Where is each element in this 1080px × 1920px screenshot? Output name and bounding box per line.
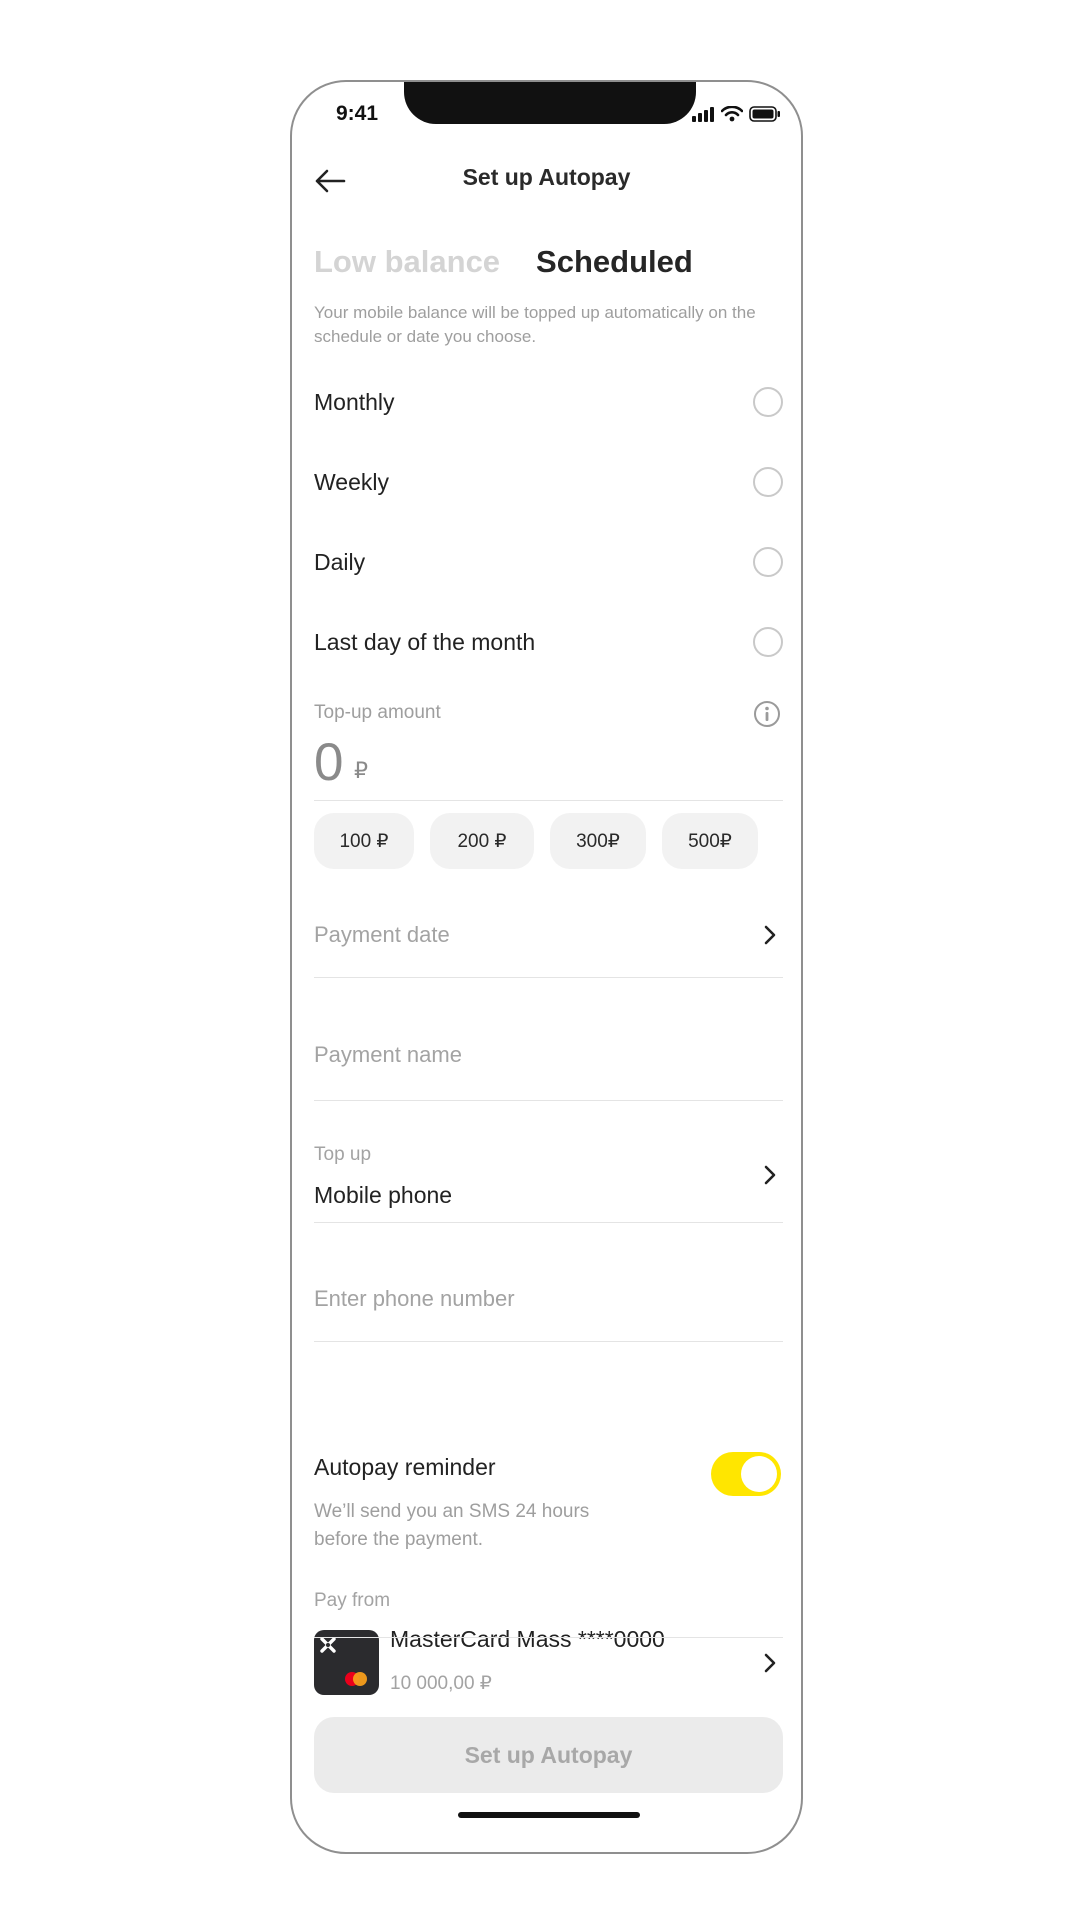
option-last-day-of-month[interactable]: Last day of the month — [314, 622, 783, 662]
tab-low-balance[interactable]: Low balance — [314, 244, 500, 280]
option-weekly[interactable]: Weekly — [314, 462, 783, 502]
reminder-title: Autopay reminder — [314, 1454, 496, 1480]
phone-number-input[interactable]: Enter phone number — [314, 1286, 515, 1312]
card-image — [314, 1630, 379, 1695]
page-title: Set up Autopay — [462, 164, 631, 190]
preset-chip-200[interactable]: 200 ₽ — [430, 813, 534, 869]
phone-frame: 9:41 Set up Autopay Low balance Schedule… — [290, 80, 803, 1854]
top-up-label: Top up — [314, 1144, 372, 1165]
radio-button[interactable] — [753, 467, 783, 497]
amount-presets: 100 ₽ 200 ₽ 300₽ 500₽ — [314, 813, 758, 869]
status-time: 9:41 — [336, 102, 379, 125]
option-label: Monthly — [314, 388, 395, 415]
amount-currency: ₽ — [354, 758, 368, 783]
divider — [314, 1100, 783, 1101]
payment-date-field[interactable]: Payment date — [314, 922, 450, 948]
radio-button[interactable] — [753, 387, 783, 417]
card-name[interactable]: MasterCard Mass ****0000 — [390, 1626, 665, 1653]
tab-scheduled[interactable]: Scheduled — [536, 244, 693, 280]
info-icon[interactable] — [753, 700, 781, 733]
reminder-description: We’ll send you an SMS 24 hours before th… — [314, 1501, 590, 1550]
status-icons — [691, 106, 781, 122]
option-label: Last day of the month — [314, 628, 536, 655]
option-monthly[interactable]: Monthly — [314, 382, 783, 422]
wifi-icon — [721, 106, 743, 122]
reminder-toggle[interactable] — [711, 1452, 781, 1496]
option-daily[interactable]: Daily — [314, 542, 783, 582]
home-indicator — [458, 1812, 640, 1818]
amount-input[interactable]: 0 — [314, 732, 343, 793]
signal-icon — [692, 107, 714, 122]
preset-chip-100[interactable]: 100 ₽ — [314, 813, 414, 869]
description-text: Your mobile balance will be topped up au… — [314, 303, 756, 346]
card-logo-icon — [320, 1637, 367, 1686]
divider — [314, 800, 783, 801]
option-label: Daily — [314, 548, 366, 575]
card-balance: 10 000,00 ₽ — [390, 1673, 492, 1694]
amount-label: Top-up amount — [314, 702, 441, 723]
device-notch — [404, 82, 696, 124]
chevron-right-icon — [763, 924, 777, 951]
payment-name-input[interactable]: Payment name — [314, 1042, 462, 1068]
chevron-right-icon[interactable] — [763, 1652, 777, 1679]
divider — [314, 977, 783, 978]
set-up-autopay-button[interactable]: Set up Autopay — [314, 1717, 783, 1793]
autopay-type-tabs: Low balance Scheduled — [314, 244, 693, 280]
chevron-right-icon — [763, 1164, 777, 1191]
radio-button[interactable] — [753, 627, 783, 657]
top-up-value[interactable]: Mobile phone — [314, 1182, 452, 1209]
preset-chip-300[interactable]: 300₽ — [550, 813, 646, 869]
divider — [314, 1222, 783, 1223]
toggle-knob — [741, 1456, 777, 1492]
radio-button[interactable] — [753, 547, 783, 577]
divider — [314, 1341, 783, 1342]
divider — [314, 1637, 783, 1638]
option-label: Weekly — [314, 468, 389, 495]
preset-chip-500[interactable]: 500₽ — [662, 813, 758, 869]
pay-from-label: Pay from — [314, 1590, 391, 1611]
battery-icon — [749, 106, 780, 122]
